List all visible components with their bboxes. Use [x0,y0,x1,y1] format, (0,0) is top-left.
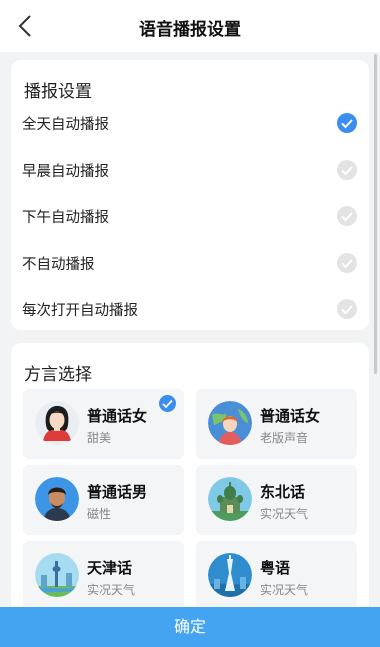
option-on-open[interactable]: 每次打开自动播报 [11,287,369,331]
voice-name: 东北话 [260,483,306,501]
voice-description: 老版声音 [260,431,309,445]
voice-name: 普通话女 [87,407,148,425]
checked-icon [337,113,357,133]
tower-landmark-icon [35,553,79,597]
woman-avatar-icon [35,401,79,445]
woman-globe-avatar-icon [208,401,252,445]
voice-description: 实况天气 [260,507,309,521]
option-label: 不自动播报 [22,257,95,273]
voice-mandarin-female-sweet[interactable]: 普通话女 甜美 [23,389,184,459]
voice-description: 实况天气 [260,583,309,597]
unchecked-icon [337,299,357,319]
selected-check-icon [159,395,176,412]
voice-name: 普通话男 [87,483,148,501]
voice-northeast-dialect[interactable]: 东北话 实况天气 [196,465,357,535]
unchecked-icon [337,206,357,226]
dialect-selection-title: 方言选择 [24,365,92,385]
page-title: 语音播报设置 [139,20,241,40]
unchecked-icon [337,253,357,273]
confirm-button[interactable]: 确定 [0,607,380,647]
option-label: 下午自动播报 [22,210,109,226]
voice-mandarin-male[interactable]: 普通话男 磁性 [23,465,184,535]
option-never[interactable]: 不自动播报 [11,241,369,285]
unchecked-icon [337,160,357,180]
voice-name: 普通话女 [260,407,321,425]
voice-mandarin-female-classic[interactable]: 普通话女 老版声音 [196,389,357,459]
voice-description: 实况天气 [87,583,136,597]
voice-name: 粤语 [260,559,291,577]
scrollbar[interactable] [374,54,377,374]
broadcast-settings-title: 播报设置 [24,82,92,102]
broadcast-settings-card: 播报设置 全天自动播报 早晨自动播报 下午自动播报 不自动播报 每次打开自动播报 [11,60,369,330]
voice-tianjin-dialect[interactable]: 天津话 实况天气 [23,541,184,611]
voice-cantonese[interactable]: 粤语 实况天气 [196,541,357,611]
option-afternoon[interactable]: 下午自动播报 [11,194,369,238]
option-label: 全天自动播报 [22,117,109,133]
voice-description: 甜美 [87,431,112,445]
option-morning[interactable]: 早晨自动播报 [11,148,369,192]
option-label: 早晨自动播报 [22,164,109,180]
top-bar: 语音播报设置 [0,0,380,52]
man-avatar-icon [35,477,79,521]
church-landmark-icon [208,477,252,521]
option-label: 每次打开自动播报 [22,303,138,319]
voice-description: 磁性 [87,507,112,521]
dialect-selection-card: 方言选择 普通话女 甜美 普通话女 老版声音 普通话男 磁性 东北话 实况天气 … [11,343,369,613]
canton-tower-icon [208,553,252,597]
voice-name: 天津话 [87,559,133,577]
option-all-day[interactable]: 全天自动播报 [11,101,369,145]
